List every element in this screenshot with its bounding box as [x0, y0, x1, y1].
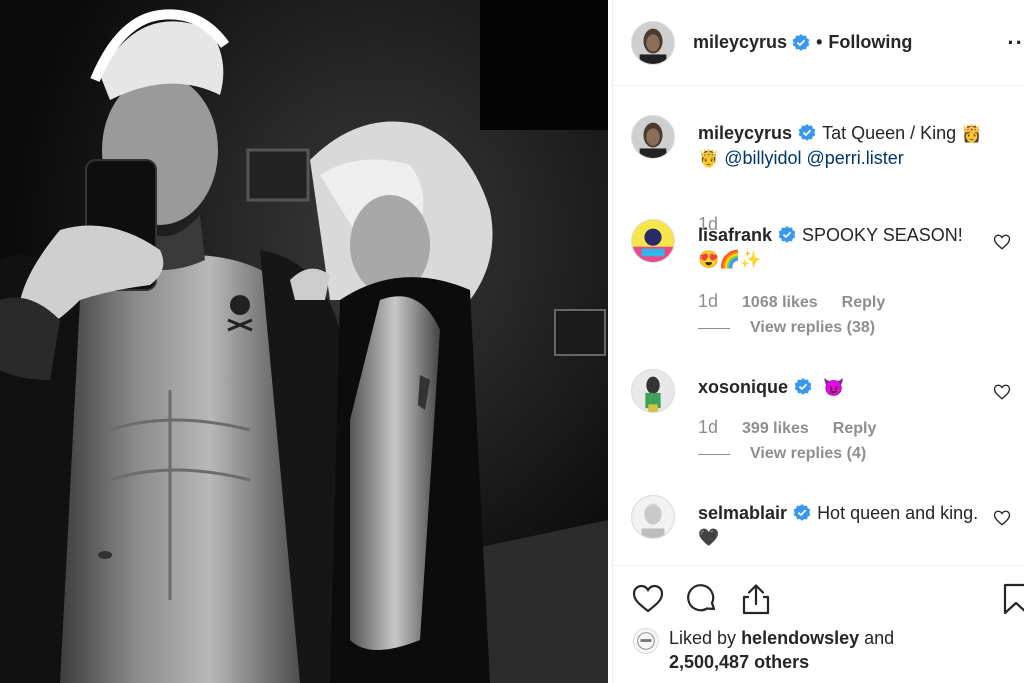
liker-avatar-image: [634, 629, 658, 653]
post-photo[interactable]: [0, 0, 608, 683]
replies-divider: [698, 453, 730, 455]
verified-badge-icon: [778, 226, 796, 243]
author-avatar[interactable]: [631, 20, 675, 65]
following-button[interactable]: Following: [828, 32, 912, 53]
comment-bubble-icon[interactable]: [685, 582, 719, 616]
commenter-avatar[interactable]: [631, 495, 675, 539]
like-comment-heart-icon[interactable]: [993, 233, 1011, 251]
like-comment-heart-icon[interactable]: [993, 509, 1011, 527]
comment-emoji: 😈: [823, 378, 845, 397]
view-replies-label: View replies (4): [750, 445, 867, 462]
liked-by-text: Liked by helendowsley and 2,500,487 othe…: [669, 626, 894, 674]
verified-badge-icon: [792, 33, 810, 51]
likes-count[interactable]: 2,500,487 others: [669, 652, 809, 672]
liked-by-and: and: [864, 628, 895, 648]
post-sidebar: mileycyrus • Following ·· mileycyrus Tat …: [612, 0, 1024, 683]
liked-by-row: Liked by helendowsley and 2,500,487 othe…: [633, 626, 894, 674]
commenter-avatar[interactable]: [631, 369, 675, 413]
comment-body: SPOOKY SEASON!: [802, 225, 963, 245]
comment-emoji: 😍🌈✨: [698, 250, 762, 269]
prince-emoji: 🤴: [698, 149, 720, 168]
commenter-avatar-image: [632, 220, 674, 262]
commenter-avatar[interactable]: [631, 219, 675, 263]
queen-emoji: 👸: [961, 124, 983, 143]
comment-body: Hot queen and king.: [817, 503, 979, 523]
comment-meta: 1d 399 likes Reply: [698, 417, 876, 438]
commenter-avatar-image: [632, 496, 674, 538]
commenter-avatar-image: [632, 370, 674, 412]
comment-emoji: 🖤: [698, 528, 720, 547]
mention-link[interactable]: @billyidol: [724, 148, 801, 168]
comment-username[interactable]: lisafrank: [698, 225, 772, 245]
caption-username[interactable]: mileycyrus: [698, 123, 792, 143]
caption-body: Tat Queen / King: [822, 123, 957, 143]
comment-likes[interactable]: 399 likes: [742, 420, 809, 438]
view-replies-label: View replies (38): [750, 319, 876, 336]
reply-button[interactable]: Reply: [842, 294, 886, 312]
caption-text: mileycyrus Tat Queen / King 👸 🤴 @billyido…: [698, 121, 988, 171]
comment-text: xosonique 😈: [698, 375, 988, 400]
view-replies-button[interactable]: View replies (4): [698, 445, 866, 463]
verified-badge-icon: [793, 504, 811, 521]
comment-timestamp[interactable]: 1d: [698, 417, 718, 438]
comment-text: selmablair Hot queen and king. 🖤: [698, 501, 988, 550]
author-username[interactable]: mileycyrus: [693, 32, 787, 53]
header-separator: •: [816, 32, 823, 52]
caption-author-avatar[interactable]: [631, 115, 675, 159]
comments-list[interactable]: mileycyrus Tat Queen / King 👸 🤴 @billyido…: [613, 87, 1024, 565]
comment-likes[interactable]: 1068 likes: [742, 294, 818, 312]
author-avatar-image: [632, 21, 674, 64]
liker-avatar[interactable]: [633, 628, 659, 654]
comment-username[interactable]: selmablair: [698, 503, 787, 523]
share-icon[interactable]: [739, 582, 773, 616]
like-comment-heart-icon[interactable]: [993, 383, 1011, 401]
post-photo-image: [0, 0, 608, 683]
post-actions: Liked by helendowsley and 2,500,487 othe…: [613, 565, 1024, 683]
action-icons: [631, 582, 773, 616]
comment-text: lisafrank SPOOKY SEASON! 😍🌈✨: [698, 223, 988, 272]
comment-meta: 1d 1068 likes Reply: [698, 291, 885, 312]
view-replies-button[interactable]: View replies (38): [698, 319, 875, 337]
liked-by-user[interactable]: helendowsley: [741, 628, 859, 648]
verified-badge-icon: [798, 124, 816, 141]
verified-badge-icon: [794, 378, 812, 395]
more-options-icon[interactable]: ··: [1007, 30, 1024, 56]
liked-by-prefix: Liked by: [669, 628, 737, 648]
like-heart-icon[interactable]: [631, 582, 665, 616]
comment-timestamp[interactable]: 1d: [698, 291, 718, 312]
caption-author-avatar-image: [632, 116, 674, 158]
reply-button[interactable]: Reply: [833, 420, 877, 438]
replies-divider: [698, 327, 730, 329]
save-bookmark-icon[interactable]: [1001, 582, 1024, 616]
mention-link[interactable]: @perri.lister: [807, 148, 904, 168]
post-header: mileycyrus • Following ··: [613, 0, 1024, 86]
comment-username[interactable]: xosonique: [698, 377, 788, 397]
